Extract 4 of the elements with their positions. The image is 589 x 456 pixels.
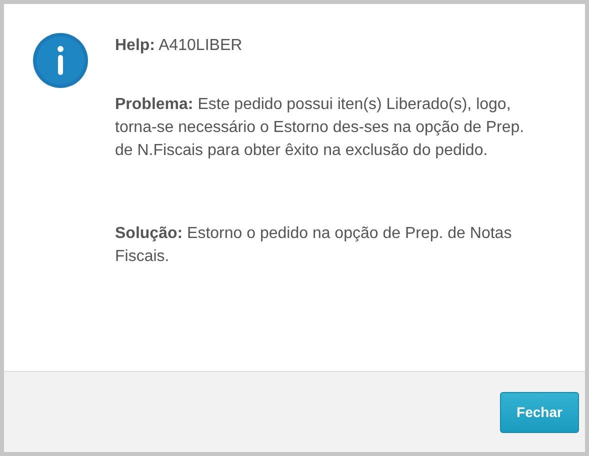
message-text: Help: A410LIBER xyxy=(115,36,244,56)
message-text: Solução: Estorno o pedido na opção de Prep. de Notas Fiscais. xyxy=(115,224,513,267)
close-button[interactable]: Fechar xyxy=(500,392,579,432)
message-text: Problema: Este pedido possui iten(s) Liberado(s), logo, torna-se necessário o Estorno des-ses na opção de Prep. de N.Fiscais para obter êxito na exclusão do pedido. xyxy=(115,95,526,161)
